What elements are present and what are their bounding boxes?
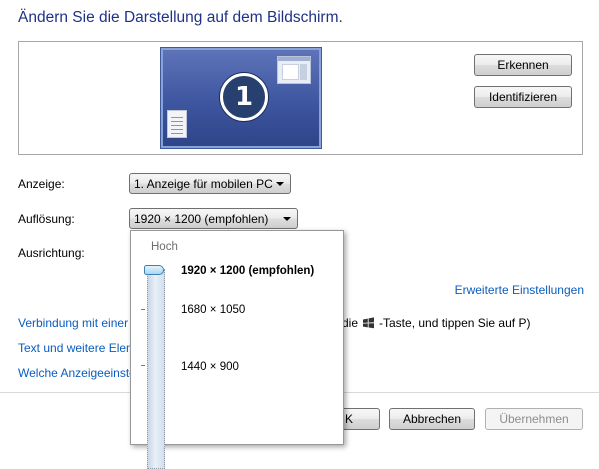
display-select[interactable]: 1. Anzeige für mobilen PC [129, 173, 291, 194]
orientation-label: Ausrichtung: [18, 246, 85, 260]
text-size-link[interactable]: Text und weitere Elen [18, 341, 133, 355]
advanced-settings-link[interactable]: Erweiterte Einstellungen [455, 283, 584, 297]
windows-logo-icon [363, 317, 375, 329]
connect-projector-link[interactable]: Verbindung mit einer [18, 316, 128, 330]
chevron-down-icon [276, 181, 284, 186]
display-monitor-icon[interactable]: 1 [160, 47, 322, 149]
high-label: Hoch [151, 241, 178, 253]
page-title: Ändern Sie die Darstellung auf dem Bilds… [18, 9, 343, 26]
slider-tick [141, 365, 145, 366]
monitor-number-badge: 1 [220, 73, 268, 121]
resolution-slider-track[interactable] [147, 269, 165, 469]
identify-button[interactable]: Identifizieren [474, 86, 572, 108]
gadget-thumbnail-icon [167, 110, 187, 138]
resolution-select[interactable]: 1920 × 1200 (empfohlen) [129, 208, 298, 229]
resolution-dropdown-popup: Hoch 1920 × 1200 (empfohlen) 1680 × 1050… [130, 230, 344, 469]
which-settings-link[interactable]: Welche Anzeigeeinste [18, 366, 136, 380]
cancel-button[interactable]: Abbrechen [389, 408, 475, 430]
slider-tick [141, 309, 145, 310]
apply-button[interactable]: Übernehmen [485, 408, 583, 430]
display-label: Anzeige: [18, 177, 65, 191]
projector-hint-text: die -Taste, und tippen Sie auf P) [342, 316, 530, 330]
window-thumbnail-icon [277, 56, 311, 84]
resolution-label: Auflösung: [18, 212, 75, 226]
resolution-option[interactable]: 1680 × 1050 [181, 304, 245, 316]
projector-hint-suffix: -Taste, und tippen Sie auf P) [379, 316, 531, 330]
resolution-option[interactable]: 1440 × 900 [181, 361, 239, 373]
resolution-select-value: 1920 × 1200 (empfohlen) [134, 211, 269, 226]
display-select-value: 1. Anzeige für mobilen PC [134, 176, 273, 191]
resolution-slider-thumb[interactable] [144, 265, 164, 275]
resolution-option[interactable]: 1920 × 1200 (empfohlen) [181, 265, 314, 277]
projector-hint-prefix: die [342, 316, 359, 330]
detect-button[interactable]: Erkennen [474, 54, 572, 76]
chevron-down-icon [283, 216, 291, 221]
